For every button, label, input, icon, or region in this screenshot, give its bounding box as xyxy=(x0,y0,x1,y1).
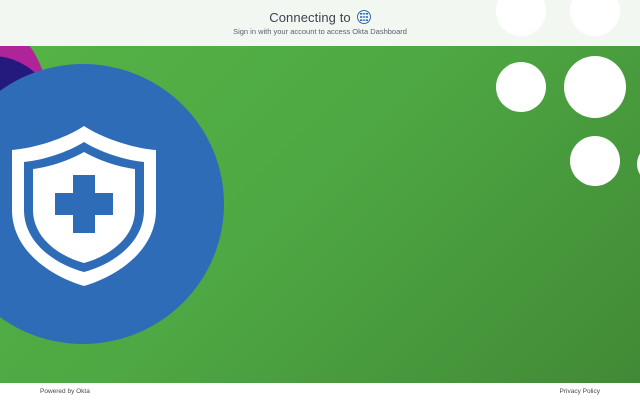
hero-illustration xyxy=(0,46,640,383)
powered-by-text: Powered by Okta xyxy=(40,388,90,395)
shield-medical-cross-icon xyxy=(12,126,156,286)
signin-header: Connecting to Sign in with your account … xyxy=(0,0,640,46)
title-row: Connecting to xyxy=(0,9,640,25)
privacy-policy-link[interactable]: Privacy Policy xyxy=(560,388,600,395)
decor-dot xyxy=(496,62,546,112)
decor-dot xyxy=(570,136,620,186)
page-subtitle: Sign in with your account to access Okta… xyxy=(233,27,407,36)
page-footer: Powered by Okta Privacy Policy xyxy=(0,383,640,400)
grid-app-icon xyxy=(356,10,371,24)
page-title: Connecting to xyxy=(269,9,351,25)
decor-dot xyxy=(564,56,626,118)
